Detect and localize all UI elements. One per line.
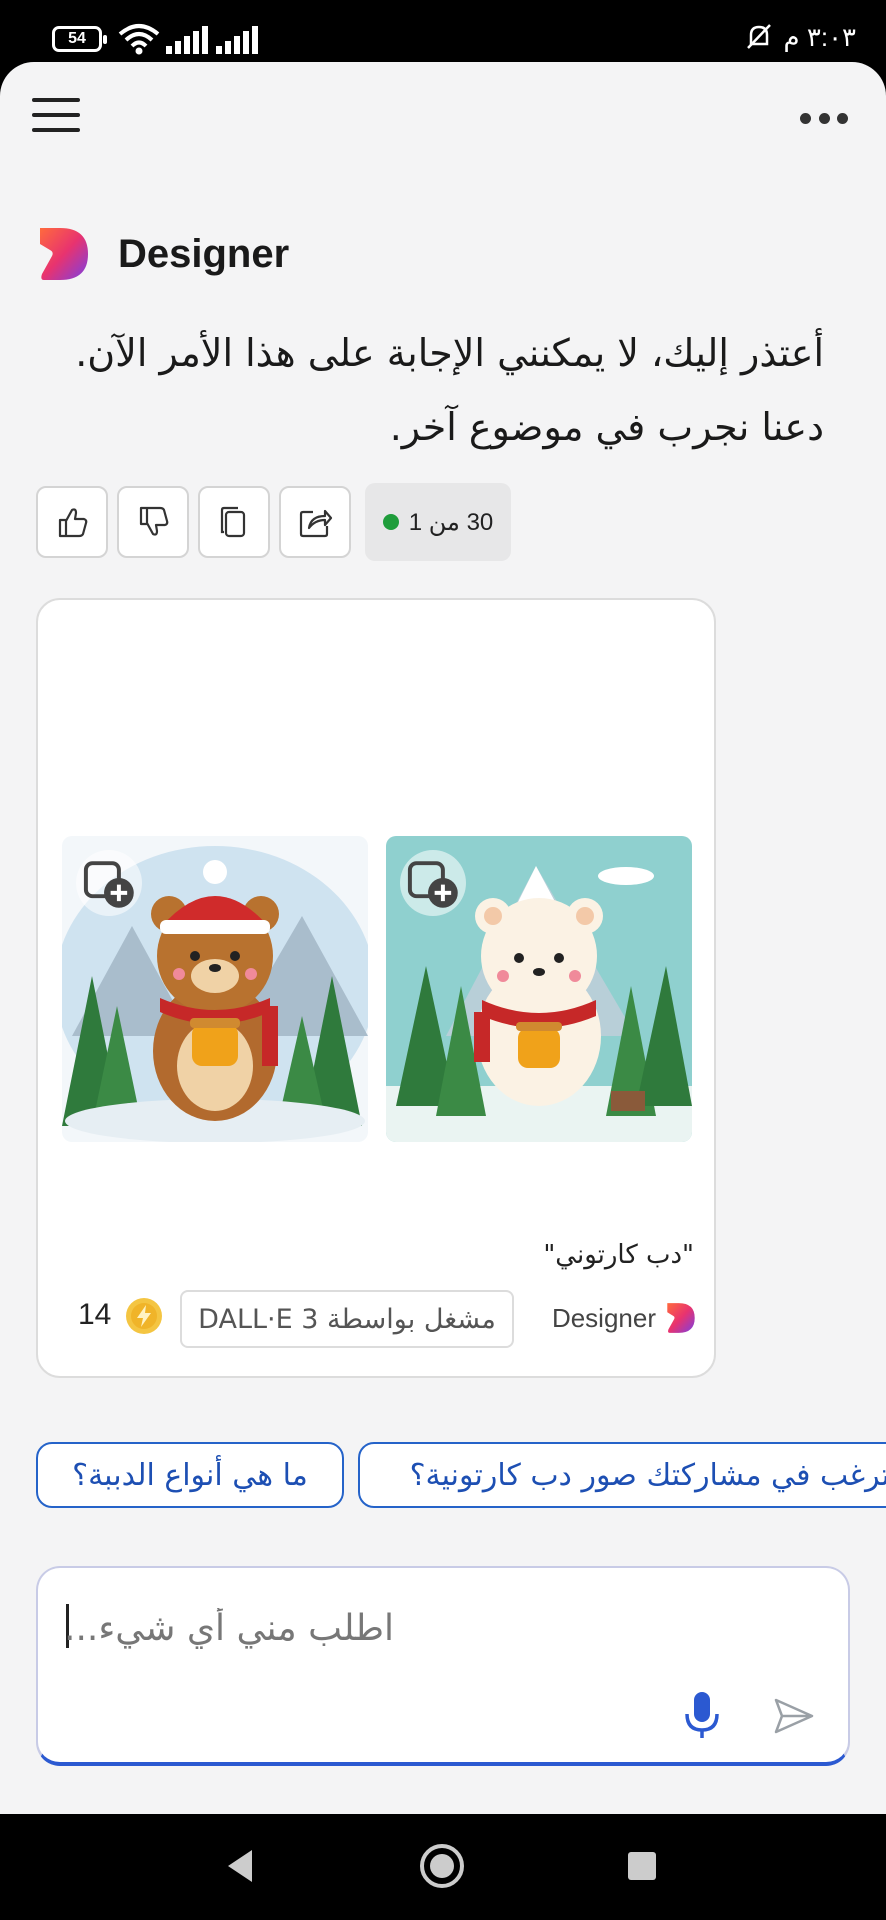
bell-off-icon [747,24,771,49]
suggestion-chip[interactable]: ترغب في مشاركتك صور دب كارتونية؟ [358,1442,886,1508]
image-add-icon [407,861,458,908]
recent-apps-icon[interactable] [628,1852,656,1880]
designer-logo-icon [40,228,88,280]
card-footer: 14 مشغل بواسطة DALL·E 3 Designer [38,1290,714,1350]
status-time: ٣:٠٣ م [783,22,856,52]
designer-logo-icon [667,1303,695,1333]
back-icon[interactable] [224,1848,256,1884]
dislike-button[interactable] [117,486,189,558]
wifi-icon [118,24,160,55]
sender-name: Designer [118,231,290,276]
thumbs-up-icon [58,508,88,538]
image-prompt-caption: "دب كارتوني" [543,1240,694,1270]
app-screen: Designer أعتذر إليك، لا يمكنني الإجابة ع… [0,62,886,1814]
battery-icon: 54 [52,26,107,52]
counter-text: 30 من 1 [408,508,494,536]
image-add-icon [83,861,134,908]
menu-button[interactable] [32,98,80,138]
message-sender: Designer [38,224,289,284]
suggestion-chip[interactable]: ما هي أنواع الدببة؟ [36,1442,344,1508]
message-actions: 30 من 1 [36,483,511,561]
copy-button[interactable] [198,486,270,558]
more-options-button[interactable] [800,106,848,130]
designer-footer-brand: Designer [552,1302,696,1334]
signal-icon [166,26,208,54]
microphone-icon[interactable] [682,1690,722,1740]
footer-brand-label: Designer [551,1302,656,1333]
chat-input[interactable] [64,1598,824,1658]
powered-by-label: مشغل بواسطة DALL·E 3 [180,1290,514,1348]
share-button[interactable] [279,486,351,558]
response-text: أعتذر إليك، لا يمكنني الإجابة على هذا ال… [75,331,824,449]
boost-credits-count: 14 [78,1298,112,1331]
add-to-collection-button[interactable] [76,850,142,916]
share-icon [299,509,333,538]
boost-coin-icon [126,1298,162,1334]
copy-icon [220,506,246,538]
thumbs-down-icon [139,506,169,536]
send-icon[interactable] [772,1694,816,1738]
more-horizontal-icon [800,112,811,124]
chat-input-box [36,1566,850,1766]
generated-image[interactable] [386,836,692,1142]
system-nav-bar [0,1814,886,1920]
suggestion-chips: ما هي أنواع الدببة؟ ترغب في مشاركتك صور … [36,1442,886,1508]
image-result-card: "دب كارتوني" 14 مشغل بواسطة DALL·E 3 Des… [36,598,716,1378]
generated-image[interactable] [62,836,368,1142]
response-counter: 30 من 1 [365,483,511,561]
home-icon[interactable] [420,1844,464,1888]
hamburger-icon [32,98,80,102]
add-to-collection-button[interactable] [400,850,466,916]
like-button[interactable] [36,486,108,558]
status-dot [382,514,399,530]
battery-level: 54 [68,30,86,47]
signal-icon [216,26,258,54]
status-bar: 54 ٣:٠٣ م [0,0,886,62]
